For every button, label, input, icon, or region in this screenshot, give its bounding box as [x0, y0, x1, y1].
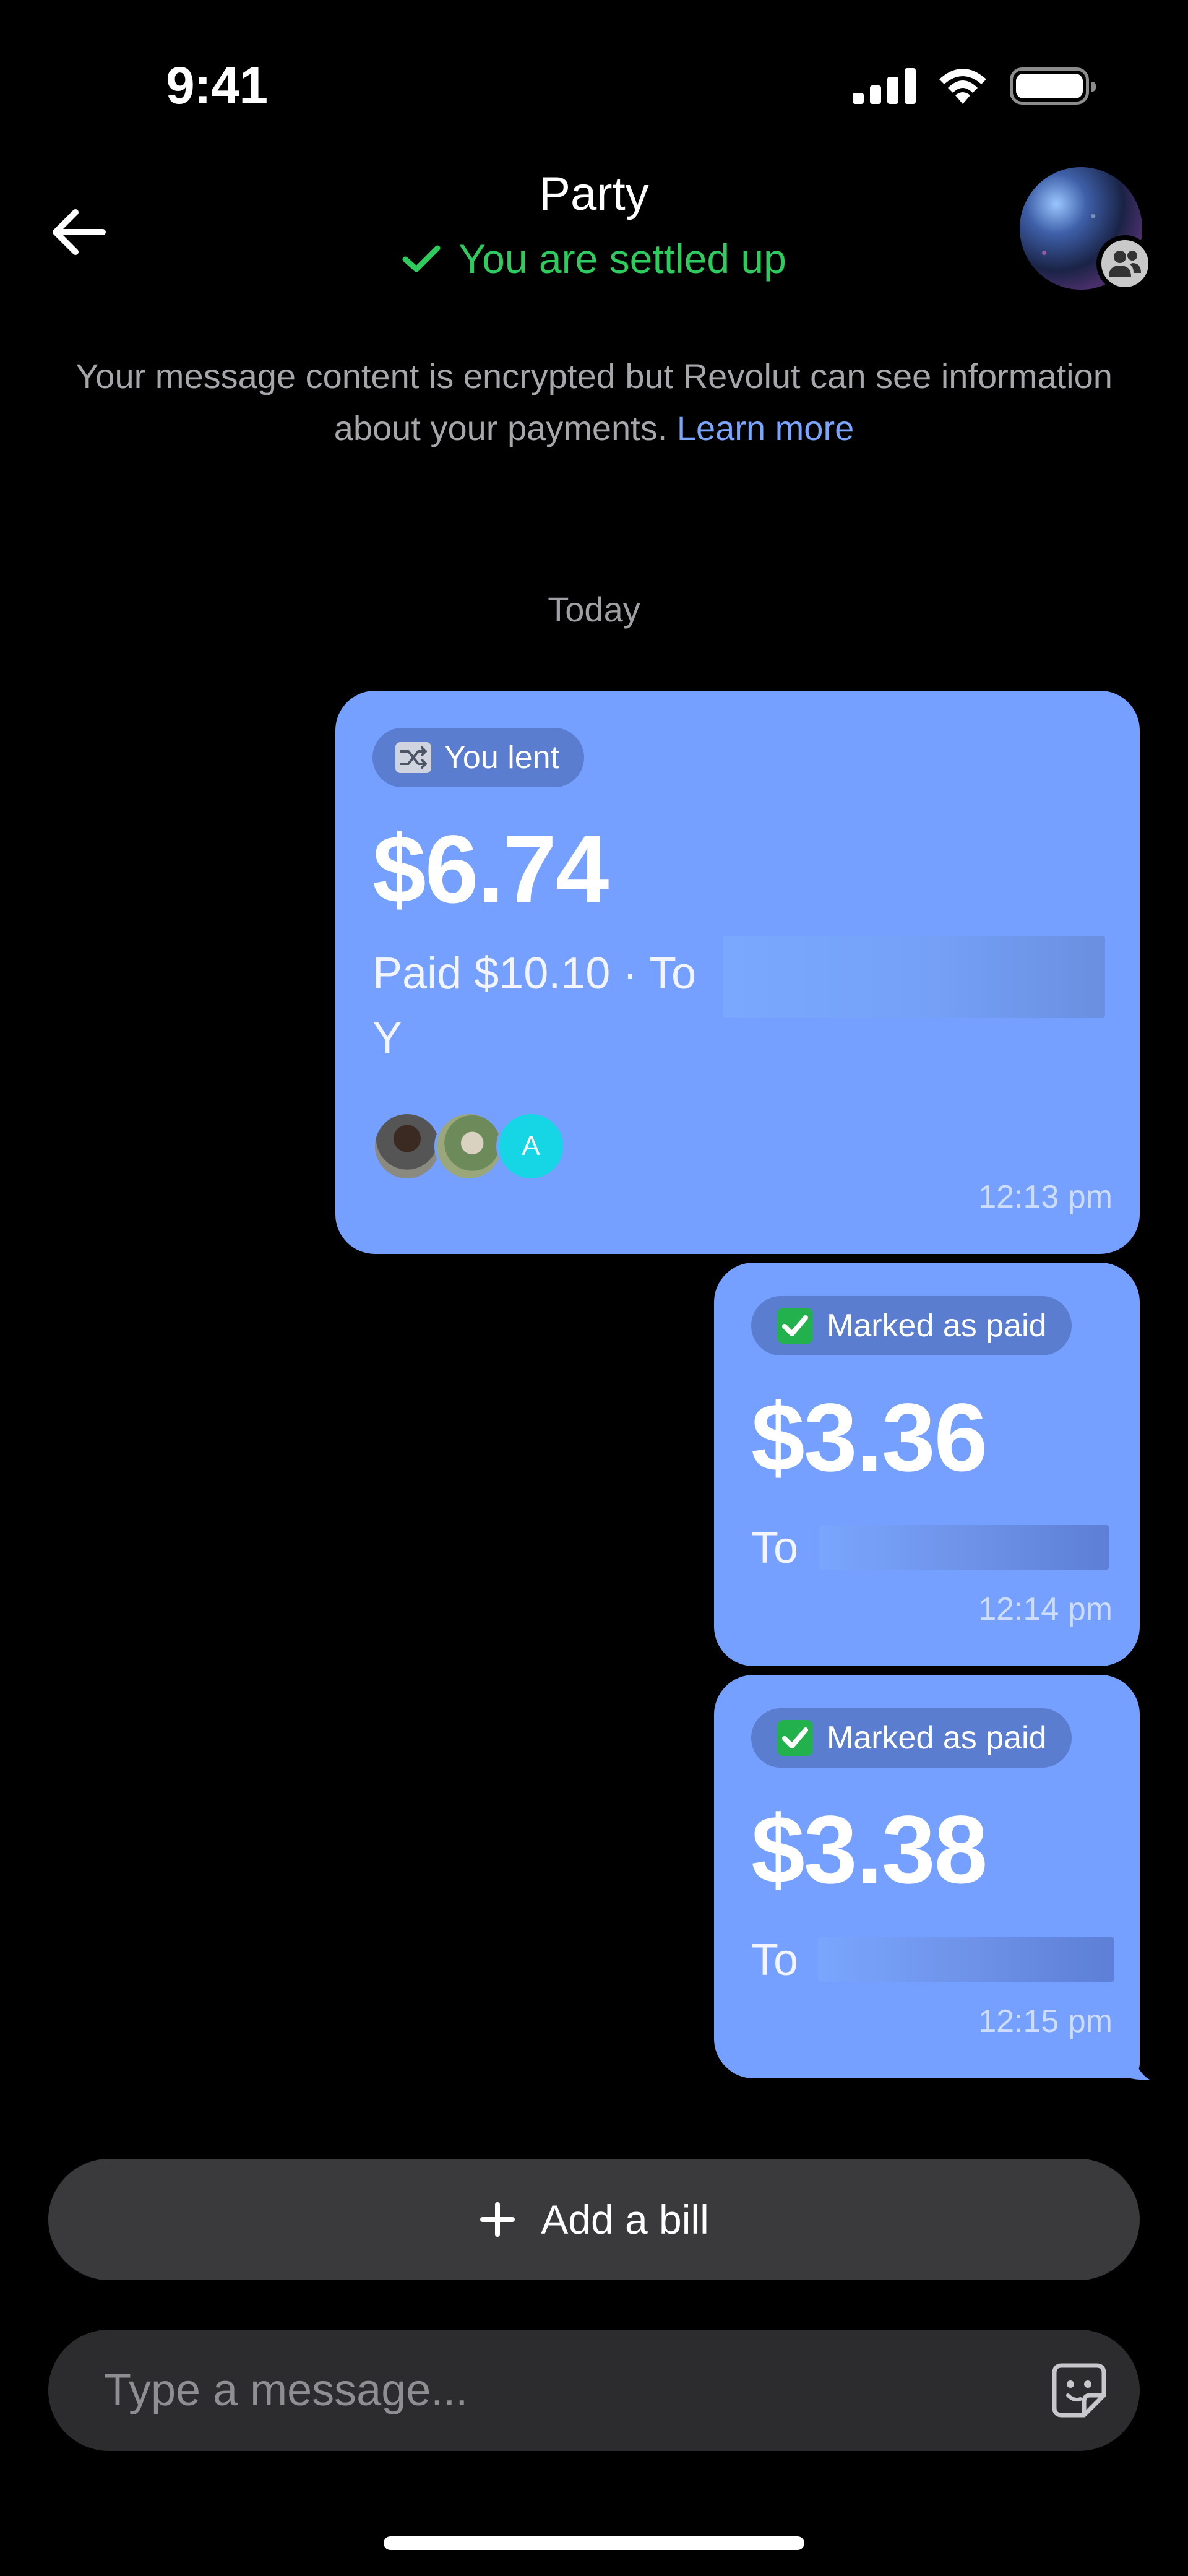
participant-avatar	[434, 1112, 504, 1181]
check-icon	[402, 245, 441, 272]
signal-icon	[853, 68, 916, 104]
sticker-icon	[1052, 2363, 1106, 2418]
checkbox-icon	[777, 1720, 813, 1756]
marked-paid-bubble[interactable]: Marked as paid $3.38 To 12:15 pm	[714, 1675, 1140, 2078]
message-input[interactable]	[104, 2365, 995, 2416]
shuffle-icon	[395, 742, 431, 773]
lent-amount: $6.74	[372, 816, 609, 923]
add-bill-button[interactable]: Add a bill	[48, 2159, 1140, 2280]
sticker-button[interactable]	[1049, 2361, 1109, 2420]
recipient-redacted	[819, 1525, 1109, 1570]
paid-amount: $3.36	[751, 1384, 988, 1492]
notice-text: Your message content is encrypted but Re…	[75, 357, 1113, 447]
participant-avatar	[372, 1112, 442, 1181]
settled-status-text: You are settled up	[458, 236, 786, 282]
marked-paid-chip: Marked as paid	[751, 1296, 1072, 1355]
plus-icon	[480, 2202, 515, 2237]
checkbox-icon	[777, 1308, 813, 1344]
learn-more-link[interactable]: Learn more	[677, 408, 854, 447]
lent-message-bubble[interactable]: You lent $6.74 Paid $10.10 · To Y A 12:1…	[335, 691, 1140, 1254]
recipient-redacted	[818, 1937, 1114, 1982]
marked-paid-label: Marked as paid	[827, 1720, 1047, 1756]
status-time: 9:41	[166, 56, 268, 115]
message-time: 12:13 pm	[978, 1179, 1113, 1215]
bubble-tail	[1114, 2046, 1150, 2080]
encryption-notice: Your message content is encrypted but Re…	[74, 350, 1114, 454]
marked-paid-chip: Marked as paid	[751, 1708, 1072, 1768]
message-time: 12:15 pm	[978, 2003, 1113, 2039]
you-lent-label: You lent	[444, 740, 560, 776]
group-icon	[1096, 235, 1153, 292]
marked-paid-label: Marked as paid	[827, 1308, 1047, 1344]
message-time: 12:14 pm	[978, 1591, 1113, 1627]
chat-title: Party	[539, 168, 649, 220]
lent-detail: Paid $10.10 · To	[372, 949, 697, 998]
participant-avatar: A	[496, 1112, 566, 1181]
lent-detail-second-line: Y	[372, 1013, 403, 1063]
battery-icon	[1010, 67, 1096, 105]
marked-paid-bubble[interactable]: Marked as paid $3.36 To 12:14 pm	[714, 1263, 1140, 1666]
wifi-icon	[939, 69, 986, 104]
paid-amount: $3.38	[751, 1796, 988, 1904]
recipient-redacted	[723, 936, 1105, 1018]
date-separator: Today	[548, 590, 640, 629]
participants: A	[372, 1112, 566, 1181]
message-composer	[48, 2330, 1140, 2451]
to-label: To	[751, 1935, 799, 1985]
to-label: To	[751, 1523, 799, 1573]
you-lent-chip: You lent	[372, 728, 585, 787]
settled-status: You are settled up	[0, 235, 1188, 282]
home-indicator[interactable]	[384, 2536, 804, 2550]
chat-screen: 9:41 Party You are settled up Your messa…	[0, 0, 1188, 2576]
status-icons	[853, 67, 1096, 105]
add-bill-label: Add a bill	[541, 2197, 709, 2242]
